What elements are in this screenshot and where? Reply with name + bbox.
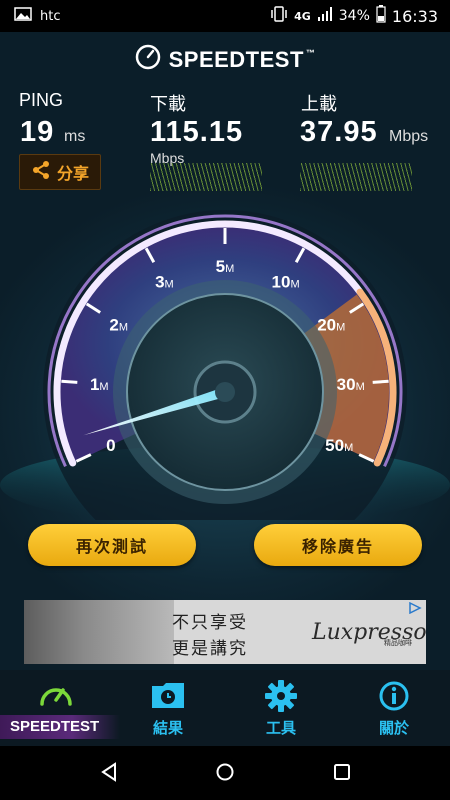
info-icon <box>378 680 410 716</box>
system-nav-bar <box>0 746 450 800</box>
tab-speedtest-label: SPEEDTEST <box>0 715 120 739</box>
vibrate-icon <box>270 6 288 26</box>
recents-icon[interactable] <box>333 763 351 785</box>
upload-label: 上載 <box>301 94 337 114</box>
gear-icon <box>265 680 297 716</box>
tab-tools-label: 工具 <box>265 719 296 737</box>
app-title: SPEEDTEST <box>168 47 304 72</box>
trademark: ™ <box>305 48 316 58</box>
adchoices-icon[interactable] <box>408 601 422 617</box>
app-header: SPEEDTEST ™ <box>0 44 450 76</box>
battery-icon <box>376 5 386 27</box>
download-label: 下載 <box>150 94 186 114</box>
tab-about[interactable]: 關於 <box>338 670 450 746</box>
ad-image <box>24 600 174 664</box>
tab-about-label: 關於 <box>378 719 409 737</box>
speedometer-tab-icon <box>38 678 74 714</box>
tab-tools[interactable]: 工具 <box>225 670 337 746</box>
download-value: 115.15 <box>150 116 244 148</box>
carrier-label: htc <box>40 8 61 24</box>
ad-banner[interactable]: 不只享受 更是講究 Luxpresso 精品咖啡 <box>24 600 426 664</box>
folder-clock-icon <box>150 680 186 714</box>
upload-unit: Mbps <box>389 128 429 145</box>
gauge-tick <box>61 379 78 384</box>
hub-center <box>215 382 235 402</box>
status-bar: htc 4G 34% 16:33 <box>0 0 450 32</box>
speedometer-logo-icon <box>135 44 161 76</box>
network-label: 4G <box>294 9 311 23</box>
tab-speedtest[interactable]: SPEEDTEST <box>0 670 120 746</box>
share-icon <box>31 160 51 184</box>
ping-label: PING <box>19 90 64 110</box>
gauge-scale-label: 0 <box>106 436 115 455</box>
home-icon[interactable] <box>215 762 235 786</box>
ping-value: 19 <box>20 116 55 148</box>
tab-bar: SPEEDTEST 結果 工具 關於 <box>0 670 450 746</box>
image-icon <box>14 7 32 25</box>
upload-graph <box>300 163 412 191</box>
tab-results-label: 結果 <box>152 719 183 737</box>
remove-ads-button[interactable]: 移除廣告 <box>254 524 422 566</box>
ad-brand-sub: 精品咖啡 <box>384 639 412 647</box>
signal-icon <box>317 6 333 26</box>
upload-value: 37.95 <box>300 116 378 148</box>
download-graph <box>150 163 262 191</box>
share-button[interactable]: 分享 <box>19 154 101 190</box>
speed-gauge: 0 1M 2M 3M 5M 10M 20M 30M 50M <box>0 200 450 574</box>
ad-line-2: 更是講究 <box>172 639 248 659</box>
ping-unit: ms <box>64 128 86 145</box>
back-icon[interactable] <box>100 762 118 786</box>
battery-percent: 34% <box>338 8 370 24</box>
clock: 16:33 <box>391 6 438 26</box>
retest-button[interactable]: 再次測試 <box>28 524 196 566</box>
ad-line-1: 不只享受 <box>172 613 248 633</box>
gauge-tick <box>372 379 389 384</box>
share-label: 分享 <box>56 164 89 183</box>
tab-results[interactable]: 結果 <box>112 670 224 746</box>
